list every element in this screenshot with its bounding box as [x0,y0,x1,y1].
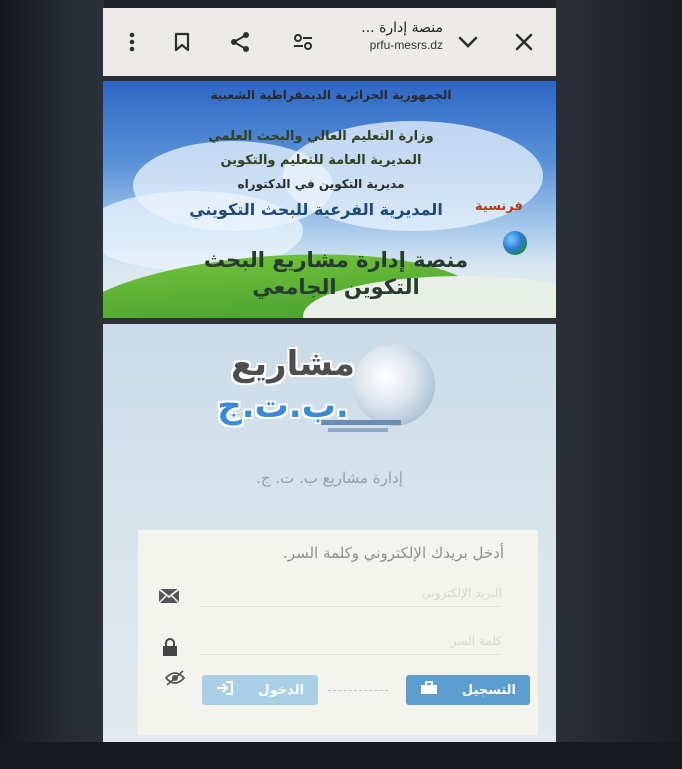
logo-bar [328,428,388,432]
password-field-wrapper [200,626,504,656]
header-banner: الجمهورية الجزائرية الديمقراطية الشعبية … [103,81,556,318]
address-bar[interactable]: منصة إدارة ... prfu-mesrs.dz [333,20,443,66]
register-button-label: التسجيل [461,682,516,698]
banner-subdirectorate: المديرية الفرعية للبحث التكويني [189,200,443,219]
briefcase-icon [420,681,438,699]
page-subtitle: إدارة مشاريع ب. ت. ج. [256,469,403,487]
envelope-icon [158,588,180,606]
login-page: مشاريع ب.ت.ج. إدارة مشاريع ب. ت. ج. أدخل… [103,324,556,742]
button-separator [328,690,388,691]
page-title: منصة إدارة ... [361,20,443,36]
settings-sliders-icon[interactable] [289,26,317,58]
phone-screen: منصة إدارة ... prfu-mesrs.dz الجمهورية ا… [103,8,556,742]
show-password-icon[interactable] [164,670,186,686]
dark-surround-left [0,0,104,769]
menu-dots-icon[interactable] [125,26,139,58]
sign-in-icon [216,681,234,699]
share-icon[interactable] [225,26,255,58]
email-field-wrapper [200,578,504,608]
login-button[interactable]: الدخول [202,675,318,705]
banner-title: منصة إدارة مشاريع البحث التكوين الجامعي [203,248,469,299]
logo-abbreviation: ب.ت.ج. [217,386,349,426]
dark-surround-right [556,0,682,769]
chevron-down-icon[interactable] [455,26,481,58]
banner-ministry: وزارة التعليم العالي والبحث العلمي [208,129,434,144]
login-button-label: الدخول [258,682,304,698]
password-field[interactable] [200,626,504,656]
banner-directorate: المديرية العامة للتعليم والتكوين [220,153,422,168]
logo-word: مشاريع [231,344,355,384]
url-host: prfu-mesrs.dz [369,38,443,52]
banner-republic: الجمهورية الجزائرية الديمقراطية الشعبية [210,88,452,102]
lock-icon [162,638,180,658]
language-link[interactable]: فرنسية [475,199,523,214]
browser-toolbar: منصة إدارة ... prfu-mesrs.dz [103,8,556,81]
login-card: أدخل بريدك الإلكتروني وكلمة السر. الدخول [138,530,538,735]
globe-icon[interactable] [503,231,527,255]
register-button[interactable]: التسجيل [406,675,530,705]
email-field[interactable] [200,578,504,608]
dark-surround-bottom [0,742,682,769]
bookmark-icon[interactable] [169,26,195,58]
login-instructions: أدخل بريدك الإلكتروني وكلمة السر. [283,544,504,562]
close-icon[interactable] [511,26,537,58]
banner-doctorate: مديرية التكوين في الدكتوراه [237,177,405,191]
